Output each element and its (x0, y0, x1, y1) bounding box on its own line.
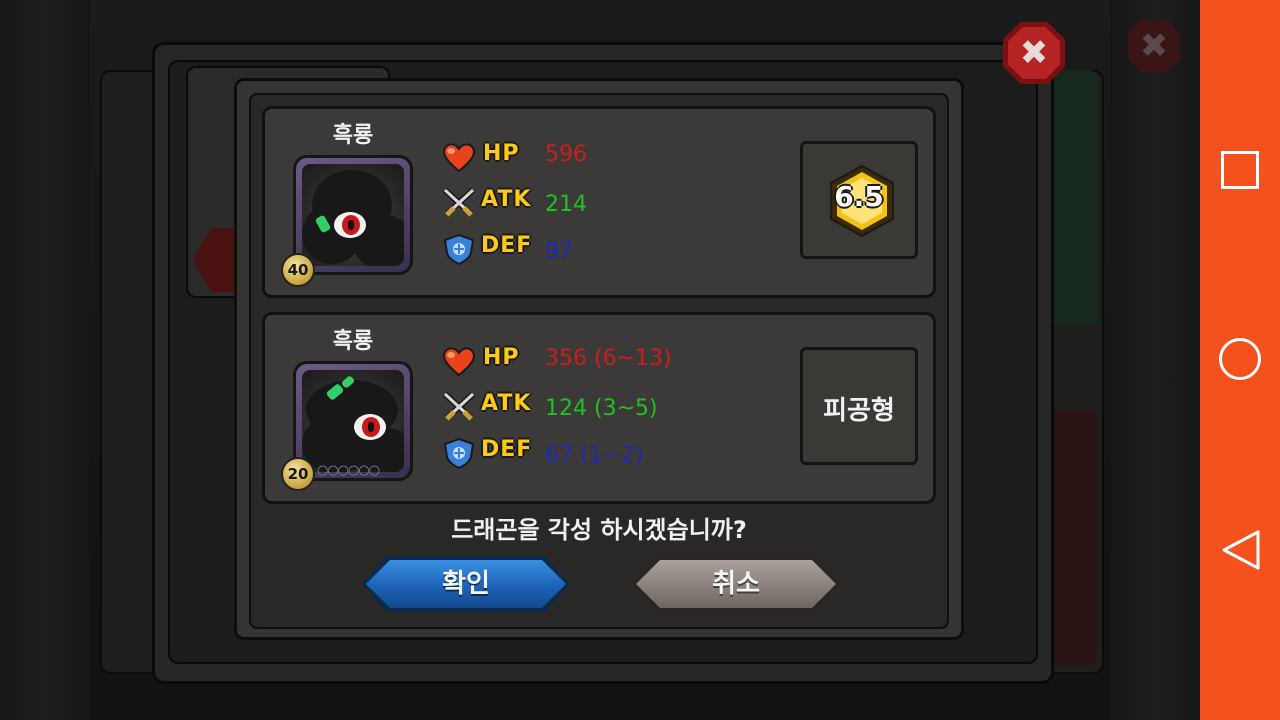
def-label: DEF (481, 233, 533, 258)
def-value: 97 (545, 239, 573, 264)
recent-apps-button[interactable] (1200, 130, 1280, 210)
grade-box: 6.5 (800, 141, 918, 259)
hp-label: HP (483, 345, 520, 370)
close-icon: ✖ (1008, 27, 1060, 79)
atk-value: 214 (545, 192, 587, 217)
hp-label: HP (483, 141, 520, 166)
heart-icon (442, 143, 476, 173)
dragon-type-label: 피공형 (823, 396, 895, 426)
awaken-confirm-question: 드래곤을 각성 하시겠습니까? (451, 516, 747, 544)
atk-label: ATK (481, 187, 532, 212)
dragon-portrait-image (302, 370, 404, 472)
heart-icon (442, 347, 476, 377)
background-pillar (1110, 0, 1200, 720)
shield-icon (443, 437, 475, 469)
close-button[interactable]: ✖ (1003, 22, 1065, 84)
atk-value: 124 (3~5) (545, 396, 658, 421)
type-box: 피공형 (800, 347, 918, 465)
dragon-portrait (293, 155, 413, 275)
background-pillar (0, 0, 90, 720)
awakening-stars: ○○○○○○ (317, 463, 380, 478)
def-label: DEF (481, 437, 533, 462)
cancel-button[interactable]: 취소 (632, 556, 840, 612)
level-badge: 20 (281, 457, 315, 491)
current-dragon-card: 흑룡 40 HP 596 ATK 214 DEF 97 6.5 (262, 106, 936, 298)
dragon-name: 흑룡 (332, 123, 374, 148)
awakened-dragon-card: 흑룡 20 ○○○○○○ HP 356 (6~13) ATK 124 (3~5)… (262, 312, 936, 504)
level-badge: 40 (281, 253, 315, 287)
home-button[interactable] (1200, 319, 1280, 399)
atk-label: ATK (481, 391, 532, 416)
def-value: 67 (1~2) (545, 443, 644, 468)
back-button[interactable] (1200, 510, 1280, 590)
hp-value: 596 (545, 142, 587, 167)
shield-icon (443, 233, 475, 265)
dragon-name: 흑룡 (332, 329, 374, 354)
dragon-portrait-image (302, 164, 404, 266)
background-close-icon: ✖ (1128, 20, 1180, 72)
cancel-button-label: 취소 (712, 569, 760, 599)
hp-value: 356 (6~13) (545, 346, 672, 371)
grade-value: 6.5 (834, 180, 884, 213)
confirm-button[interactable]: 확인 (362, 556, 570, 612)
circle-icon (1219, 338, 1261, 380)
crossed-swords-icon (442, 391, 476, 421)
square-icon (1221, 151, 1259, 189)
crossed-swords-icon (442, 187, 476, 217)
android-nav-bar (1200, 0, 1280, 720)
confirm-button-label: 확인 (442, 569, 490, 599)
triangle-back-icon (1222, 530, 1260, 570)
